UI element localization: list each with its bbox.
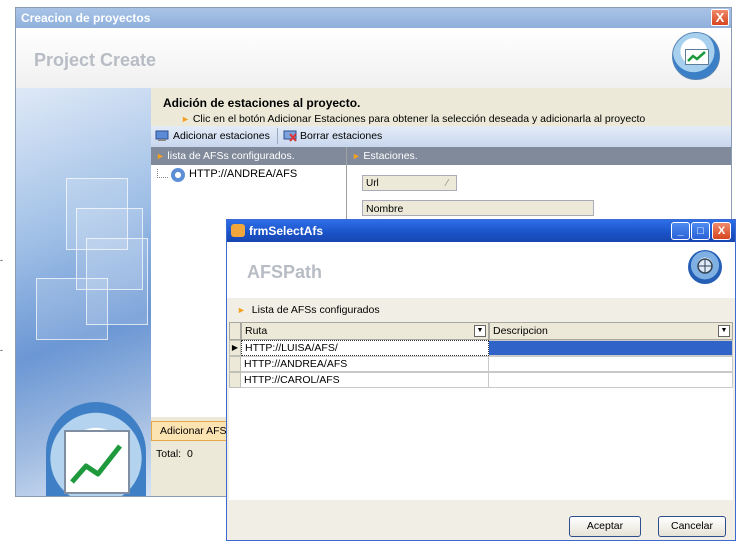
- afs-grid: Ruta ▼ Descripcion ▼ ▶ HTTP://LUISA/AFS/…: [229, 322, 733, 500]
- main-header: Project Create: [16, 28, 731, 88]
- afs-server-icon: [171, 168, 185, 182]
- sidebar-decoration: [16, 88, 151, 496]
- arrow-icon: ►: [181, 114, 190, 124]
- total-counter: Total: 0: [156, 448, 193, 460]
- cell-ruta[interactable]: HTTP://ANDREA/AFS: [241, 356, 489, 372]
- background-mark: -: [0, 255, 3, 265]
- page-title: Project Create: [34, 50, 157, 70]
- table-row[interactable]: HTTP://ANDREA/AFS: [229, 356, 733, 372]
- afs-list-header: ► lista de AFSs configurados.: [151, 147, 346, 165]
- column-header-descripcion[interactable]: Descripcion ▼: [489, 322, 733, 340]
- dialog-footer: Aceptar Cancelar: [227, 508, 735, 540]
- sort-icon: ⁄: [446, 178, 448, 189]
- select-afs-dialog: frmSelectAfs _ □ X AFSPath ► Lista de AF…: [226, 219, 736, 541]
- close-icon[interactable]: X: [711, 9, 729, 26]
- background-mark: -: [0, 345, 3, 355]
- group-by-url-field[interactable]: Url ⁄: [362, 175, 457, 191]
- dialog-title-bar[interactable]: frmSelectAfs _ □ X: [227, 220, 735, 242]
- app-icon: [231, 224, 245, 237]
- cell-descripcion[interactable]: [489, 372, 733, 388]
- afs-list-item[interactable]: HTTP://ANDREA/AFS: [189, 168, 297, 180]
- delete-station-icon: [283, 129, 297, 142]
- column-header-nombre[interactable]: Nombre: [362, 200, 594, 216]
- description-title: Adición de estaciones al proyecto.: [163, 96, 361, 110]
- main-title-bar[interactable]: Creacion de proyectos X: [16, 8, 731, 28]
- cell-descripcion[interactable]: [489, 356, 733, 372]
- add-afs-button[interactable]: Adicionar AFS: [151, 421, 231, 441]
- globe-logo-icon: [688, 250, 722, 284]
- stations-header: ► Estaciones.: [347, 147, 731, 165]
- chevron-down-icon[interactable]: ▼: [718, 325, 730, 337]
- dialog-header-title: AFSPath: [247, 262, 323, 282]
- add-stations-button[interactable]: Adicionar estaciones: [153, 128, 270, 144]
- add-station-icon: [155, 129, 169, 142]
- dialog-title: frmSelectAfs: [249, 224, 324, 238]
- chart-logo-icon: [672, 32, 720, 80]
- maximize-icon[interactable]: □: [691, 222, 710, 240]
- description-text: ► Clic en el botón Adicionar Estaciones …: [181, 113, 646, 125]
- arrow-icon: ►: [156, 151, 168, 161]
- arrow-icon: ►: [352, 151, 364, 161]
- column-header-ruta[interactable]: Ruta ▼: [241, 322, 489, 340]
- toolbar: Adicionar estaciones Borrar estaciones: [151, 126, 731, 148]
- table-row[interactable]: ▶ HTTP://LUISA/AFS/: [229, 340, 733, 356]
- delete-stations-button[interactable]: Borrar estaciones: [277, 128, 382, 144]
- cell-descripcion[interactable]: [489, 340, 733, 356]
- afs-list-section-label: ► Lista de AFSs configurados: [237, 304, 380, 316]
- grid-corner: [229, 322, 241, 340]
- close-icon[interactable]: X: [712, 222, 731, 240]
- row-selector: [229, 356, 241, 372]
- row-selector: [229, 372, 241, 388]
- chevron-down-icon[interactable]: ▼: [474, 325, 486, 337]
- chart-graphic-icon: [46, 402, 146, 496]
- minimize-icon[interactable]: _: [671, 222, 690, 240]
- cell-ruta[interactable]: HTTP://LUISA/AFS/: [241, 340, 489, 356]
- tree-connector: [157, 169, 168, 178]
- main-window-title: Creacion de proyectos: [21, 11, 151, 25]
- arrow-icon: ►: [237, 305, 246, 315]
- table-row[interactable]: HTTP://CAROL/AFS: [229, 372, 733, 388]
- row-selector-icon: ▶: [229, 340, 241, 356]
- cancel-button[interactable]: Cancelar: [658, 516, 726, 537]
- accept-button[interactable]: Aceptar: [569, 516, 641, 537]
- cell-ruta[interactable]: HTTP://CAROL/AFS: [241, 372, 489, 388]
- dialog-header: AFSPath: [227, 242, 735, 298]
